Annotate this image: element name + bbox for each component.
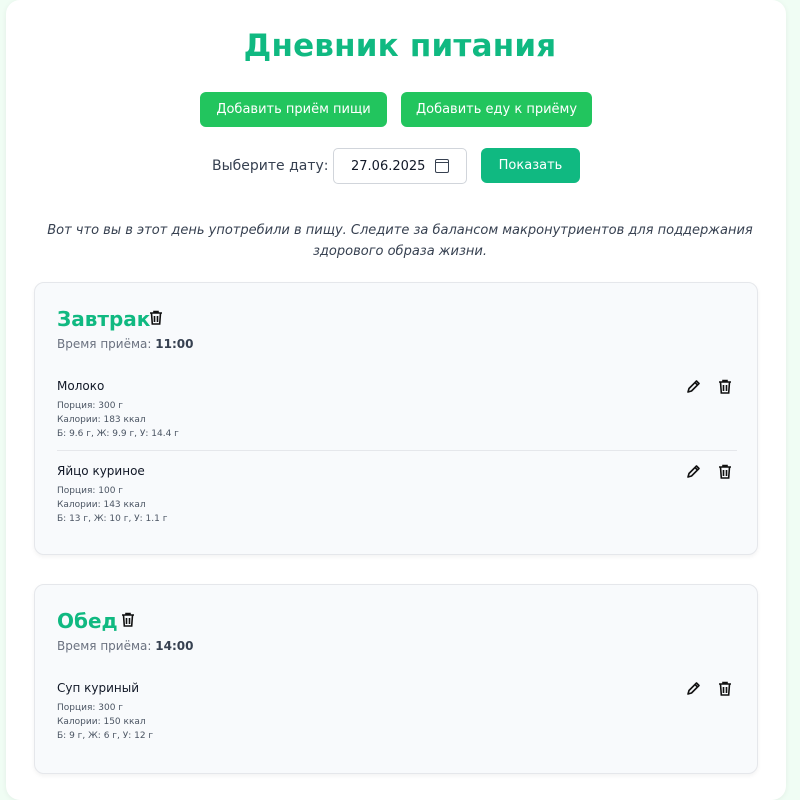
meal-time-value: 14:00 xyxy=(155,639,194,653)
meal-time-value: 11:00 xyxy=(155,337,194,351)
trash-icon[interactable] xyxy=(149,310,164,325)
date-input[interactable]: 27.06.2025 xyxy=(333,148,467,184)
food-name: Яйцо куриное xyxy=(57,464,145,478)
food-portion: Порция: 300 г xyxy=(57,401,124,411)
food-item: Яйцо куриное Порция: 100 г Калории: 143 … xyxy=(57,464,737,536)
intro-text: Вот что вы в этот день употребили в пищу… xyxy=(47,223,753,259)
trash-icon[interactable] xyxy=(718,379,733,394)
pencil-icon[interactable] xyxy=(686,464,701,479)
meal-time-label: Время приёма: xyxy=(57,337,152,351)
meal-card-lunch: Обед Время приёма: 14:00 Суп куриный Пор… xyxy=(34,584,758,774)
food-portion: Порция: 300 г xyxy=(57,703,124,713)
food-macros: Б: 13 г, Ж: 10 г, У: 1.1 г xyxy=(57,514,168,524)
food-name: Суп куриный xyxy=(57,681,140,695)
food-name: Молоко xyxy=(57,379,105,393)
pencil-icon[interactable] xyxy=(686,379,701,394)
meal-time: Время приёма: 14:00 xyxy=(57,639,193,653)
food-calories: Калории: 143 ккал xyxy=(57,500,146,510)
food-calories: Калории: 150 ккал xyxy=(57,717,146,727)
trash-icon[interactable] xyxy=(718,681,733,696)
trash-icon[interactable] xyxy=(718,464,733,479)
trash-icon[interactable] xyxy=(121,612,136,627)
food-item: Молоко Порция: 300 г Калории: 183 ккал Б… xyxy=(57,379,737,451)
page-title: Дневник питания xyxy=(243,28,557,64)
food-macros: Б: 9 г, Ж: 6 г, У: 12 г xyxy=(57,731,154,741)
add-meal-button[interactable]: Добавить приём пищи xyxy=(200,92,387,127)
pencil-icon[interactable] xyxy=(686,681,701,696)
food-portion: Порция: 100 г xyxy=(57,486,124,496)
food-calories: Калории: 183 ккал xyxy=(57,415,146,425)
meal-time: Время приёма: 11:00 xyxy=(57,337,193,351)
date-value: 27.06.2025 xyxy=(351,158,426,174)
meal-title: Завтрак xyxy=(57,307,151,331)
calendar-icon[interactable] xyxy=(435,159,449,173)
meal-card-breakfast: Завтрак Время приёма: 11:00 Молоко Порци… xyxy=(34,282,758,555)
meal-title: Обед xyxy=(57,609,118,633)
show-button[interactable]: Показать xyxy=(481,148,580,183)
food-actions xyxy=(686,464,733,479)
food-actions xyxy=(686,681,733,696)
meal-time-label: Время приёма: xyxy=(57,639,152,653)
food-item: Суп куриный Порция: 300 г Калории: 150 к… xyxy=(57,681,737,753)
food-macros: Б: 9.6 г, Ж: 9.9 г, У: 14.4 г xyxy=(57,429,179,439)
add-food-to-meal-button[interactable]: Добавить еду к приёму xyxy=(401,92,592,127)
date-label: Выберите дату: xyxy=(212,158,329,174)
food-actions xyxy=(686,379,733,394)
